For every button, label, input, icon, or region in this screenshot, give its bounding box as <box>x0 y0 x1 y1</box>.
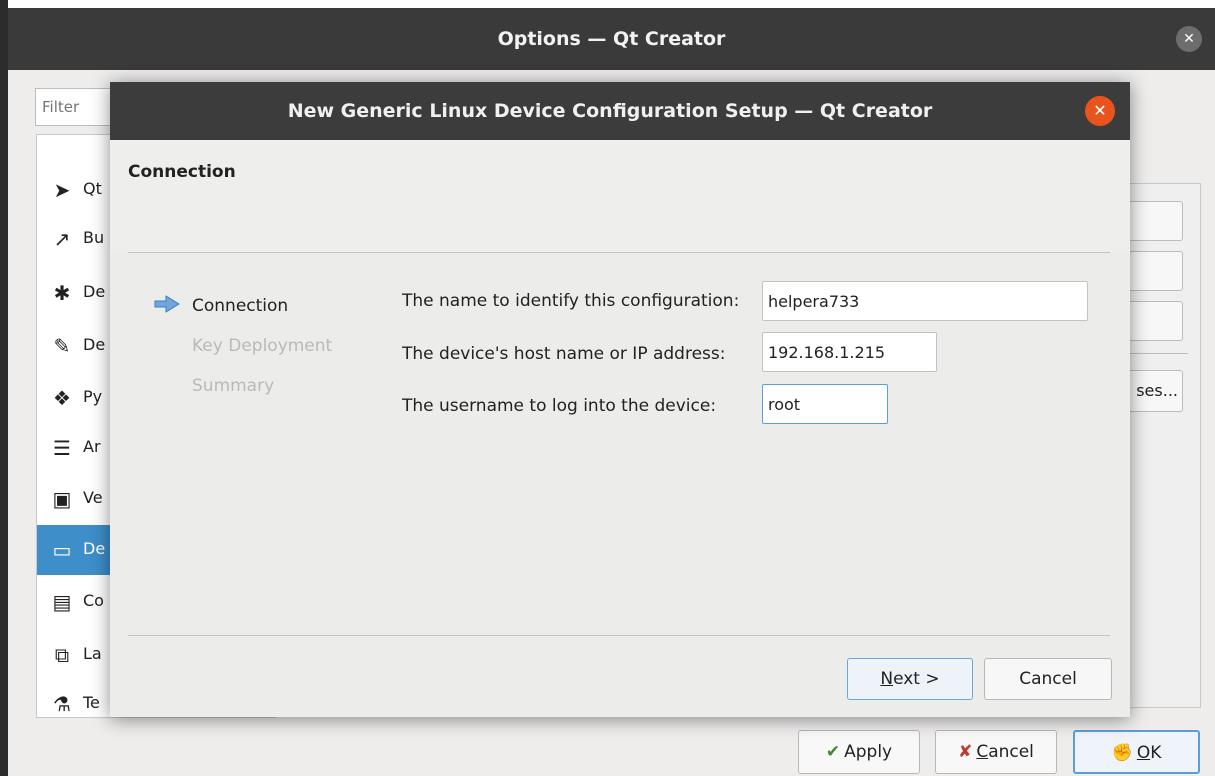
cancel-mnemonic: C <box>976 742 989 762</box>
clipboard-icon: ▤ <box>52 590 72 614</box>
current-step-arrow-icon <box>154 295 180 313</box>
options-titlebar: Options — Qt Creator ✕ <box>8 8 1215 70</box>
apply-button[interactable]: ✔ Apply <box>798 730 920 774</box>
text-align-icon: ☰ <box>53 436 71 460</box>
ok-button[interactable]: ✊ OK <box>1073 730 1200 774</box>
category-label: De <box>83 539 106 558</box>
next-button[interactable]: Next > <box>847 658 973 700</box>
page-title: Connection <box>128 162 236 182</box>
host-address-field[interactable] <box>762 332 937 372</box>
name-label: The name to identify this configuration: <box>402 291 740 311</box>
username-label: The username to log into the device: <box>402 396 717 416</box>
divider <box>128 635 1110 636</box>
step-key-deployment: Key Deployment <box>192 336 333 356</box>
desktop-edge <box>0 0 8 776</box>
category-label: Py <box>83 387 103 406</box>
category-label: Bu <box>83 228 105 247</box>
paper-plane-icon: ➤ <box>53 178 71 202</box>
close-icon[interactable]: ✕ <box>1085 96 1115 126</box>
divider <box>1126 353 1188 354</box>
step-connection: Connection <box>192 296 289 316</box>
category-label: Ar <box>83 437 101 456</box>
next-label: ext > <box>893 669 940 689</box>
category-label: De <box>83 335 106 354</box>
version-control-icon: ▣ <box>52 487 72 511</box>
pencil-icon: ✎ <box>53 334 71 358</box>
show-processes-button[interactable]: ses... <box>1126 370 1183 412</box>
next-mnemonic: N <box>880 669 894 689</box>
apply-label: Apply <box>844 742 893 762</box>
configuration-name-field[interactable] <box>762 281 1088 321</box>
wizard-header <box>110 140 1130 253</box>
checkmark-icon: ✔ <box>825 742 841 762</box>
cross-icon: ✘ <box>958 742 973 762</box>
cancel-button[interactable]: Cancel <box>984 658 1112 700</box>
device-default-button[interactable] <box>1126 301 1183 341</box>
divider <box>128 252 1110 253</box>
dialog-titlebar: New Generic Linux Device Configuration S… <box>110 82 1130 140</box>
username-field[interactable] <box>762 384 888 424</box>
options-window-title: Options — Qt Creator <box>497 28 726 50</box>
language-client-icon: ⧉ <box>54 643 70 667</box>
category-label: Te <box>83 693 100 712</box>
category-label: La <box>83 644 102 663</box>
dialog-title: New Generic Linux Device Configuration S… <box>287 100 933 122</box>
ok-label: K <box>1150 743 1162 763</box>
category-label: Ve <box>83 488 103 507</box>
device-remove-button[interactable] <box>1126 251 1183 291</box>
python-icon: ❖ <box>53 386 71 410</box>
hammer-icon: ↗ <box>53 227 71 251</box>
cancel-label: ancel <box>988 742 1034 762</box>
step-summary: Summary <box>192 376 275 396</box>
category-label: Qt <box>83 179 102 198</box>
setup-wizard-dialog: New Generic Linux Device Configuration S… <box>110 82 1130 717</box>
wizard-steps: Connection Key Deployment Summary <box>154 292 354 412</box>
cancel-button[interactable]: ✘ Cancel <box>935 730 1057 774</box>
category-label: Co <box>83 591 104 610</box>
bug-icon: ✱ <box>53 281 71 305</box>
host-label: The device's host name or IP address: <box>402 344 726 364</box>
thumbs-up-icon: ✊ <box>1111 743 1133 763</box>
close-icon[interactable]: ✕ <box>1176 26 1202 52</box>
devices-icon: ▭ <box>52 538 72 562</box>
category-label: De <box>83 282 106 301</box>
ok-mnemonic: O <box>1136 743 1151 763</box>
device-add-button[interactable] <box>1126 201 1183 241</box>
testing-flask-icon: ⚗ <box>53 692 71 716</box>
